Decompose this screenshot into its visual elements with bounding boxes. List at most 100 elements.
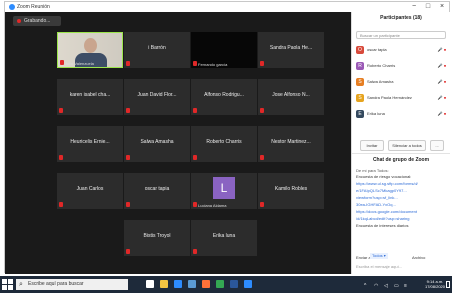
muted-mic-icon xyxy=(193,155,197,160)
participant-tile[interactable]: i Barrón xyxy=(124,32,190,68)
participant-name: oscar tapia xyxy=(144,186,170,192)
notification-icon[interactable] xyxy=(446,281,450,288)
muted-mic-icon xyxy=(126,61,130,66)
recording-indicator[interactable]: Grabando... xyxy=(13,16,61,26)
participant-video-head xyxy=(84,38,97,53)
volume-icon[interactable]: ◁ xyxy=(384,283,388,289)
maximize-button[interactable]: □ xyxy=(421,2,435,12)
invite-button[interactable]: Invitar xyxy=(360,140,384,151)
muted-mic-icon xyxy=(59,202,63,207)
battery-icon[interactable]: ▭ xyxy=(394,283,399,289)
muted-mic-icon xyxy=(193,108,197,113)
muted-mic-icon xyxy=(260,108,264,113)
clock[interactable]: 9:14 a.m. 17/08/2020 xyxy=(424,279,446,289)
zoom-app-icon xyxy=(9,4,15,10)
participant-tile[interactable]: Erika luna xyxy=(191,220,257,256)
participant-row-name: Erika luna xyxy=(367,111,385,116)
muted-mic-icon xyxy=(126,249,130,254)
participant-tile[interactable]: karen isabel cha... xyxy=(57,79,123,115)
taskbar-search-text: Escribe aquí para buscar xyxy=(28,281,84,287)
muted-status-icon[interactable]: 🎤 ⏹ xyxy=(438,111,446,116)
chat-link[interactable]: https://docs.google.com/document xyxy=(356,209,417,214)
participant-row-name: oscar tapia xyxy=(367,47,387,52)
participant-tile[interactable]: Kamilo Robles xyxy=(258,173,324,209)
chat-link[interactable]: /d/1kqLabcd/edit?usp=sharing xyxy=(356,216,409,221)
participant-tile[interactable]: Juan David Flor... xyxy=(124,79,190,115)
windows-start-icon[interactable] xyxy=(2,279,13,290)
file-explorer-icon[interactable] xyxy=(160,280,168,288)
zoom-meeting-window: Zoom Reunión − □ × Grabando... Julio Val… xyxy=(4,1,450,274)
participant-name: karen isabel cha... xyxy=(69,92,111,98)
muted-status-icon[interactable]: 🎤 ⏹ xyxy=(438,47,446,52)
language-icon[interactable]: ≡ xyxy=(404,283,407,289)
avatar: S xyxy=(356,94,364,102)
participant-name: Juan Carlos xyxy=(76,186,104,192)
participant-tile[interactable]: Julio Valenzuela xyxy=(57,32,123,68)
participant-row[interactable]: Ooscar tapia 🎤 ⏹ xyxy=(356,44,448,56)
side-panel: Participantes (18) Buscar un participant… xyxy=(351,12,450,274)
chat-recipient-select[interactable]: Todos ▾ xyxy=(370,253,388,259)
title-bar: Zoom Reunión − □ × xyxy=(5,2,449,12)
firefox-icon[interactable] xyxy=(202,280,210,288)
muted-mic-icon xyxy=(193,249,197,254)
participant-name: Fernando garcía xyxy=(198,62,228,67)
task-view-icon[interactable] xyxy=(146,280,154,288)
participant-tile[interactable]: Nestor Martinez... xyxy=(258,126,324,162)
participant-tile[interactable]: Fernando garcía xyxy=(191,32,257,68)
muted-status-icon[interactable]: 🎤 ⏹ xyxy=(438,63,446,68)
wifi-icon[interactable]: ◠ xyxy=(374,283,378,289)
participant-name: Roberto Charris xyxy=(206,139,242,145)
participant-tile[interactable]: Salwa Amasha xyxy=(124,126,190,162)
participant-name: Julio Valenzuela xyxy=(65,61,94,66)
word-icon[interactable] xyxy=(230,280,238,288)
chat-message-input[interactable]: Escriba el mensaje aquí... xyxy=(356,264,402,269)
chat-link[interactable]: viewform?usp=sf_link... xyxy=(356,195,398,200)
participant-name: i Barrón xyxy=(148,45,166,51)
zoom-icon[interactable] xyxy=(244,280,252,288)
participant-tile[interactable]: Roberto Charris xyxy=(191,126,257,162)
avatar-initial: L xyxy=(213,177,235,199)
participant-tile[interactable]: Sandra Paola He... xyxy=(258,32,324,68)
participant-row-name: Roberto Charris xyxy=(367,63,396,68)
participant-name: Erika luna xyxy=(212,233,236,239)
chat-link[interactable]: e/1FAIpQLSc7Mkagp0Y97... xyxy=(356,188,407,193)
more-options-button[interactable]: ... xyxy=(430,140,444,151)
participant-tile[interactable]: Bistis Troyol xyxy=(124,220,190,256)
participant-tile[interactable]: L Luciana Aldama xyxy=(191,173,257,209)
muted-mic-icon xyxy=(260,155,264,160)
avatar: E xyxy=(356,110,364,118)
muted-mic-icon xyxy=(60,60,64,65)
close-button[interactable]: × xyxy=(435,2,449,12)
participant-row-name: Sandra Paola Hernández xyxy=(367,95,412,100)
participant-tile[interactable]: Alfonso Rodrigu... xyxy=(191,79,257,115)
muted-status-icon[interactable]: 🎤 ⏹ xyxy=(438,95,446,100)
participant-name: Bistis Troyol xyxy=(143,233,171,239)
chat-link[interactable]: https://www.ul.sg.sftp.com/forms/d/ xyxy=(356,181,418,186)
store-icon[interactable] xyxy=(188,280,196,288)
participant-row[interactable]: R Roberto Charris 🎤 ⏹ xyxy=(356,60,448,72)
participant-row[interactable]: S Salwa Amasha 🎤 ⏹ xyxy=(356,76,448,88)
participant-name: Heuricelis Ernie... xyxy=(70,139,110,145)
muted-mic-icon xyxy=(260,61,264,66)
participant-tile[interactable]: Jose Alfonso N... xyxy=(258,79,324,115)
avatar: R xyxy=(356,62,364,70)
chevron-up-icon[interactable]: ^ xyxy=(364,283,366,289)
chat-link[interactable]: 30ea-IGHFAD-YxOq... xyxy=(356,202,396,207)
minimize-button[interactable]: − xyxy=(407,2,421,12)
participant-tile[interactable]: oscar tapia xyxy=(124,173,190,209)
participant-tile[interactable]: Juan Carlos xyxy=(57,173,123,209)
taskbar-search-box[interactable]: ⌕ Escribe aquí para buscar xyxy=(16,279,128,290)
mute-all-button[interactable]: Silenciar a todos xyxy=(388,140,426,151)
divider xyxy=(352,153,450,154)
clock-date: 17/08/2020 xyxy=(424,284,446,289)
muted-mic-icon xyxy=(126,108,130,113)
chrome-icon[interactable] xyxy=(216,280,224,288)
chat-file-button[interactable]: Archivo xyxy=(412,255,425,260)
muted-status-icon[interactable]: 🎤 ⏹ xyxy=(438,79,446,84)
participant-row[interactable]: E Erika luna 🎤 ⏹ xyxy=(356,108,448,120)
participant-search-input[interactable]: Buscar un participante xyxy=(356,31,446,39)
participant-row[interactable]: S Sandra Paola Hernández 🎤 ⏹ xyxy=(356,92,448,104)
participant-tile[interactable]: Heuricelis Ernie... xyxy=(57,126,123,162)
participant-name: Kamilo Robles xyxy=(274,186,308,192)
mail-icon[interactable] xyxy=(174,280,182,288)
